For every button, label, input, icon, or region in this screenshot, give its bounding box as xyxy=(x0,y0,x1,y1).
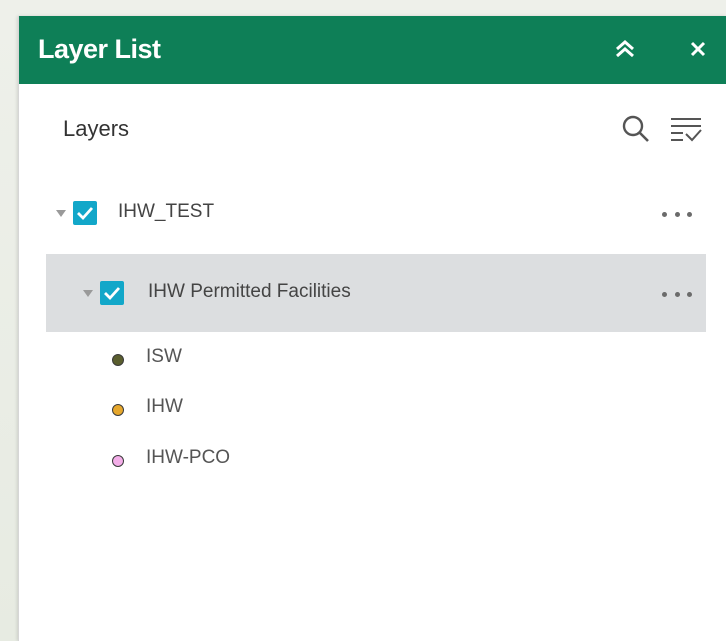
legend-label: IHW xyxy=(146,396,183,417)
more-options-icon[interactable] xyxy=(662,208,692,220)
layers-heading: Layers xyxy=(63,116,130,141)
legend-label: ISW xyxy=(146,346,182,367)
layer-row-ihw-permitted-facilities[interactable]: IHW Permitted Facilities xyxy=(46,254,706,332)
panel-title: Layer List xyxy=(38,34,161,64)
layer-label: IHW_TEST xyxy=(118,201,215,222)
sublayer-checkbox[interactable] xyxy=(100,281,124,305)
search-icon xyxy=(622,115,649,142)
filter-button[interactable] xyxy=(669,112,703,146)
collapse-button[interactable] xyxy=(612,36,638,62)
sublayer-label: IHW Permitted Facilities xyxy=(148,281,351,302)
filter-list-icon xyxy=(671,118,702,142)
expand-caret[interactable] xyxy=(56,210,66,217)
legend-label: IHW-PCO xyxy=(146,447,231,468)
close-icon xyxy=(690,41,706,57)
layer-list-panel: Layer List Layers IHW_TEST IHW Permitted… xyxy=(18,16,726,641)
checkmark-icon xyxy=(77,207,94,221)
double-chevron-up-icon xyxy=(616,40,634,58)
layer-row-ihw-test[interactable]: IHW_TEST xyxy=(46,174,706,250)
more-options-icon[interactable] xyxy=(662,288,692,300)
panel-header: Layer List xyxy=(19,16,726,84)
close-button[interactable] xyxy=(685,36,711,62)
layer-checkbox[interactable] xyxy=(73,201,97,225)
checkmark-icon xyxy=(104,287,121,301)
legend-symbol-icon xyxy=(112,354,124,366)
search-button[interactable] xyxy=(619,112,653,146)
legend-symbol-icon xyxy=(112,455,124,467)
legend-symbol-icon xyxy=(112,404,124,416)
expand-caret[interactable] xyxy=(83,290,93,297)
